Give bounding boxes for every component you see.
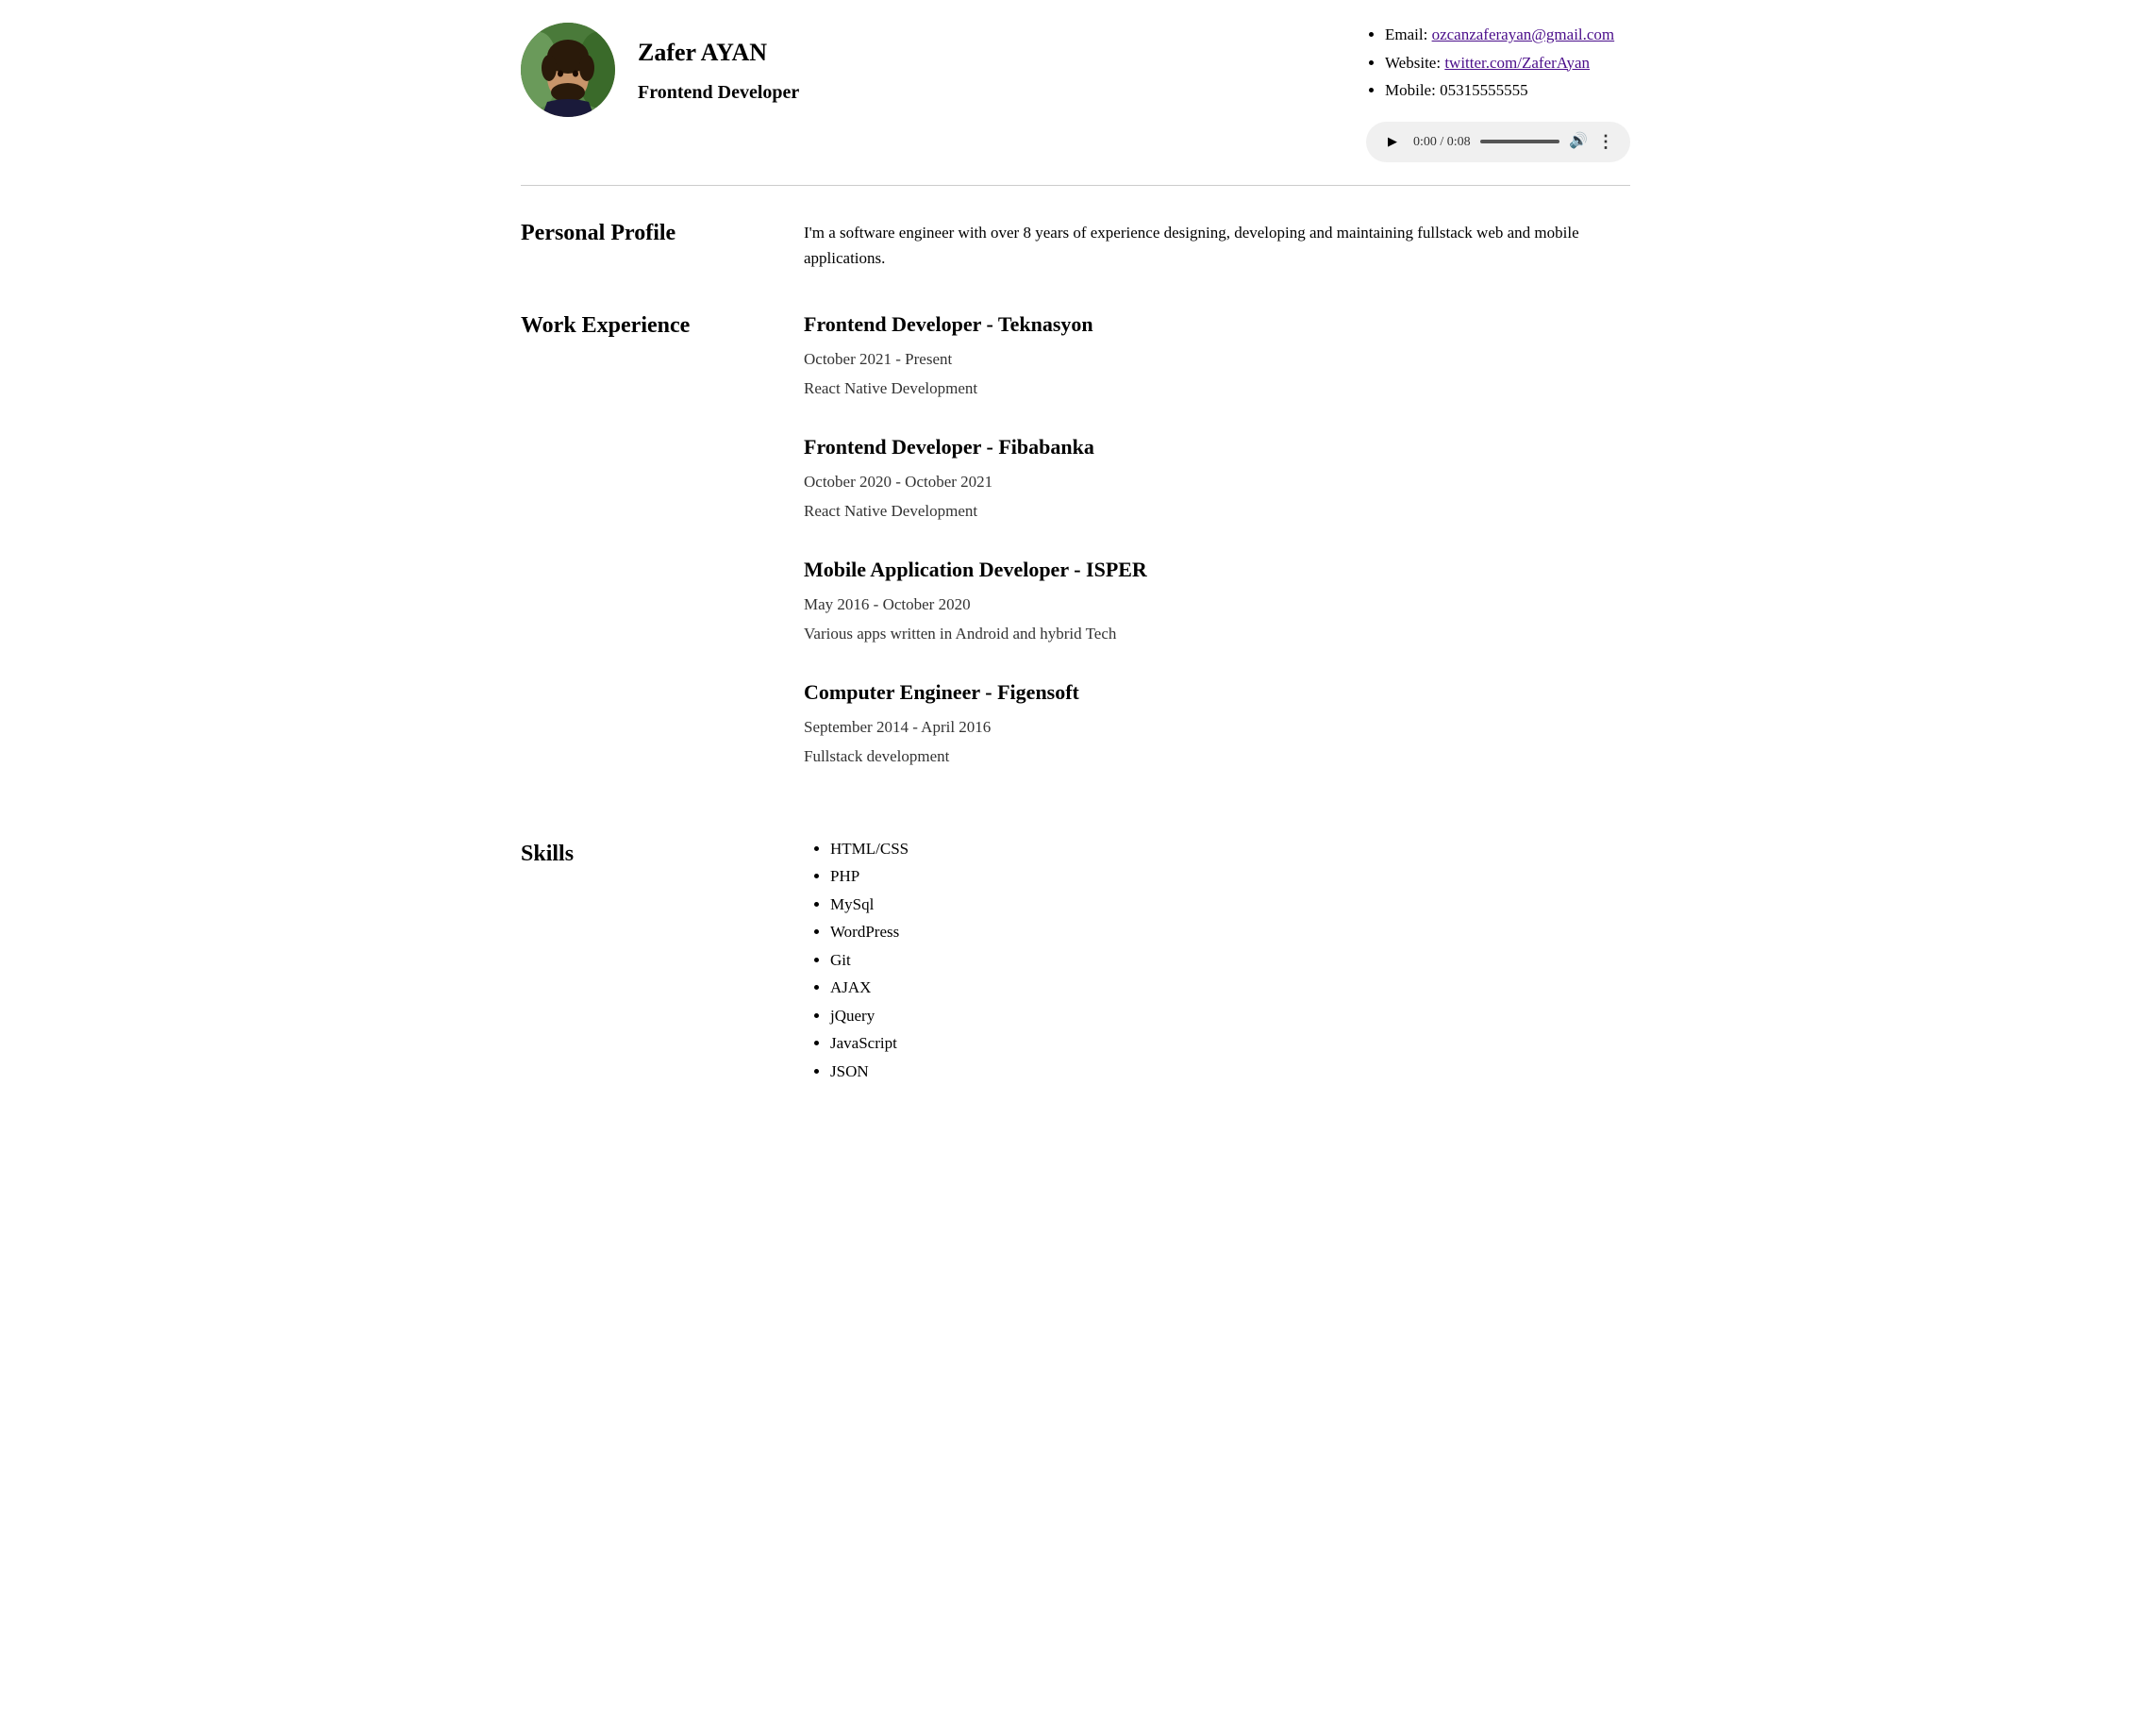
audio-time: 0:00 / 0:08 <box>1413 132 1471 152</box>
header-right: Email: ozcanzaferayan@gmail.com Website:… <box>1366 23 1630 162</box>
mobile-value: 05315555555 <box>1440 81 1528 99</box>
email-label: Email: <box>1385 25 1432 43</box>
audio-volume-icon[interactable]: 🔊 <box>1569 130 1588 153</box>
contact-mobile: Mobile: 05315555555 <box>1385 78 1614 103</box>
audio-menu-icon[interactable]: ⋮ <box>1597 129 1615 155</box>
job-entry: Frontend Developer - Fibabanka October 20… <box>804 431 1630 524</box>
job-entry: Mobile Application Developer - ISPER May … <box>804 554 1630 646</box>
contact-list: Email: ozcanzaferayan@gmail.com Website:… <box>1366 23 1614 107</box>
skill-item: WordPress <box>830 920 1630 944</box>
audio-play-button[interactable] <box>1381 130 1404 153</box>
work-experience-label: Work Experience <box>521 309 766 799</box>
skill-item: MySql <box>830 893 1630 917</box>
skills-label: Skills <box>521 837 766 1088</box>
person-name: Zafer AYAN <box>638 34 799 71</box>
work-experience-section: Work Experience Frontend Developer - Tek… <box>521 309 1630 799</box>
website-label: Website: <box>1385 54 1444 72</box>
page-container: Zafer AYAN Frontend Developer Email: ozc… <box>491 0 1660 1147</box>
header-left: Zafer AYAN Frontend Developer <box>521 23 799 117</box>
personal-profile-heading: Personal Profile <box>521 216 766 250</box>
skills-section: Skills HTML/CSS PHP MySql WordPress Git AJAX j… <box>521 837 1630 1088</box>
job-entry: Frontend Developer - Teknasyon October 20… <box>804 309 1630 401</box>
job-description: React Native Development <box>804 376 1630 401</box>
name-title: Zafer AYAN Frontend Developer <box>638 34 799 107</box>
skill-item: JSON <box>830 1060 1630 1084</box>
job-description: React Native Development <box>804 499 1630 524</box>
contact-website: Website: twitter.com/ZaferAyan <box>1385 51 1614 75</box>
skill-item: AJAX <box>830 976 1630 1000</box>
header: Zafer AYAN Frontend Developer Email: ozc… <box>521 23 1630 186</box>
job-entry: Computer Engineer - Figensoft September 2… <box>804 676 1630 769</box>
skills-content: HTML/CSS PHP MySql WordPress Git AJAX jQuery Ja… <box>804 837 1630 1088</box>
skill-item: HTML/CSS <box>830 837 1630 861</box>
personal-profile-content: I'm a software engineer with over 8 year… <box>804 216 1630 271</box>
job-dates: October 2020 - October 2021 <box>804 470 1630 494</box>
job-title: Mobile Application Developer - ISPER <box>804 554 1630 585</box>
audio-player[interactable]: 0:00 / 0:08 🔊 ⋮ <box>1366 122 1630 162</box>
skill-item: jQuery <box>830 1004 1630 1028</box>
job-title: Computer Engineer - Figensoft <box>804 676 1630 708</box>
avatar <box>521 23 615 117</box>
work-experience-content: Frontend Developer - Teknasyon October 20… <box>804 309 1630 799</box>
skills-heading: Skills <box>521 837 766 871</box>
job-description: Various apps written in Android and hybr… <box>804 622 1630 646</box>
job-title: Frontend Developer - Fibabanka <box>804 431 1630 462</box>
job-dates: May 2016 - October 2020 <box>804 593 1630 617</box>
job-description: Fullstack development <box>804 744 1630 769</box>
job-title: Frontend Developer - Teknasyon <box>804 309 1630 340</box>
work-experience-heading: Work Experience <box>521 309 766 342</box>
website-link[interactable]: twitter.com/ZaferAyan <box>1444 54 1590 72</box>
person-title: Frontend Developer <box>638 78 799 107</box>
audio-progress-bar[interactable] <box>1480 140 1559 143</box>
contact-email: Email: ozcanzaferayan@gmail.com <box>1385 23 1614 47</box>
job-dates: October 2021 - Present <box>804 347 1630 372</box>
skill-item: PHP <box>830 864 1630 889</box>
mobile-label: Mobile: <box>1385 81 1440 99</box>
email-link[interactable]: ozcanzaferayan@gmail.com <box>1432 25 1615 43</box>
skills-list: HTML/CSS PHP MySql WordPress Git AJAX jQuery Ja… <box>804 837 1630 1084</box>
skill-item: JavaScript <box>830 1031 1630 1056</box>
job-dates: September 2014 - April 2016 <box>804 715 1630 740</box>
personal-profile-text: I'm a software engineer with over 8 year… <box>804 220 1630 271</box>
skill-item: Git <box>830 948 1630 973</box>
personal-profile-section: Personal Profile I'm a software engineer… <box>521 216 1630 271</box>
personal-profile-label: Personal Profile <box>521 216 766 271</box>
